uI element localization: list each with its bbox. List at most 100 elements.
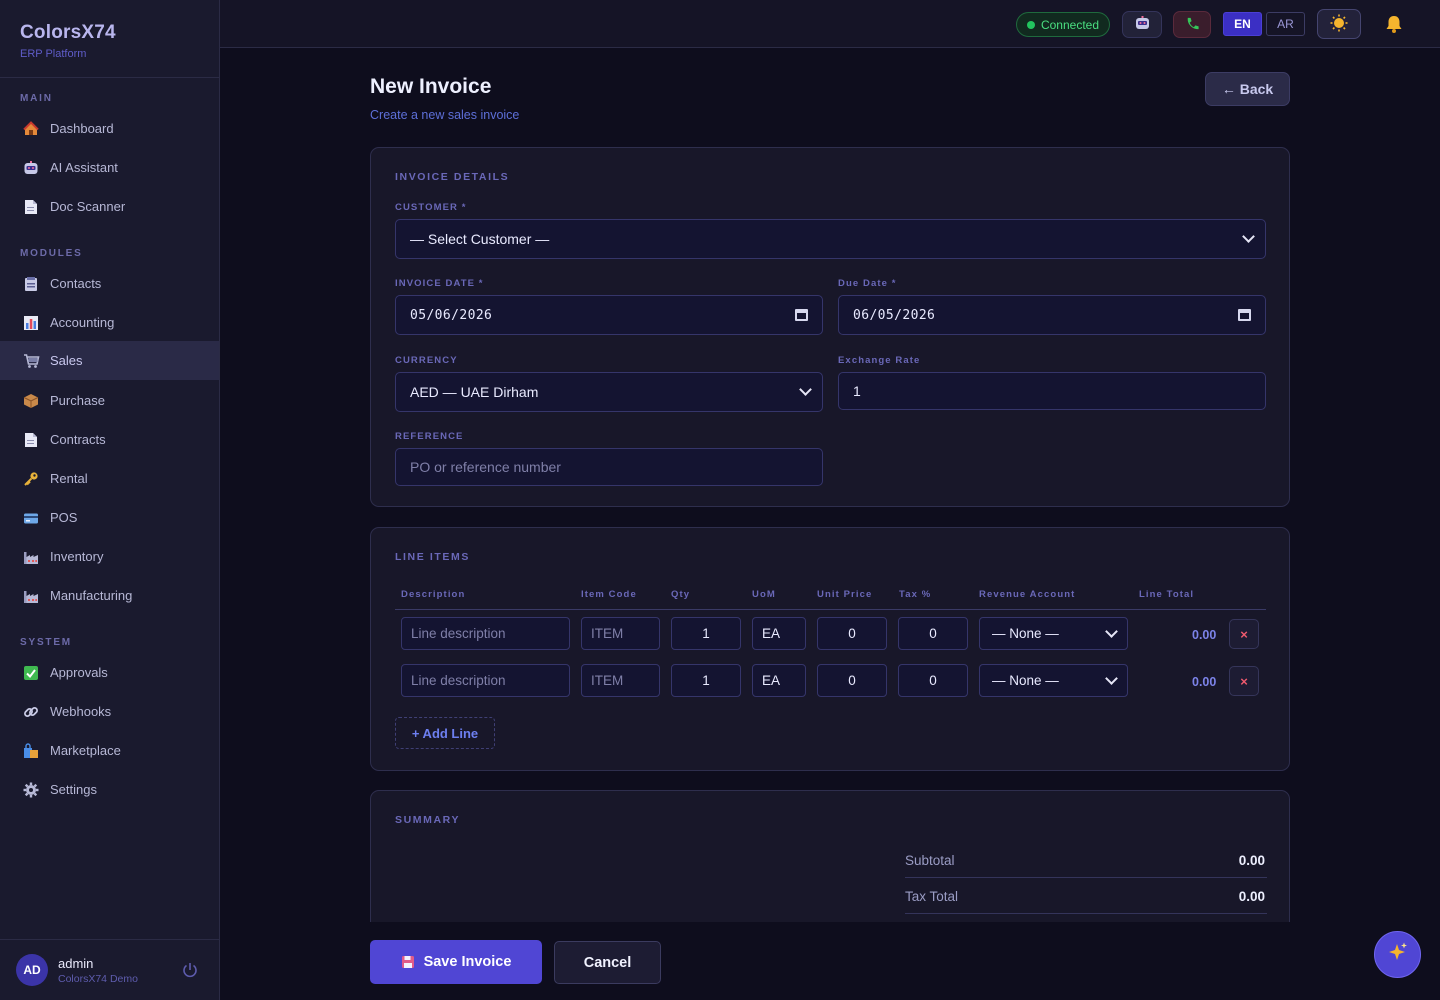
credit-card-icon <box>22 509 40 527</box>
sidebar-item-label: Sales <box>50 353 83 368</box>
sidebar-item-webhooks[interactable]: Webhooks <box>0 692 219 731</box>
user-org: ColorsX74 Demo <box>58 972 138 985</box>
sidebar-item-settings[interactable]: Settings <box>0 770 219 809</box>
unit-price-input[interactable]: 0 <box>817 664 887 697</box>
brand-subtitle: ERP Platform <box>20 48 87 60</box>
qty-input[interactable]: 1 <box>671 617 741 650</box>
sidebar-item-inventory[interactable]: Inventory <box>0 537 219 576</box>
language-en-button[interactable]: EN <box>1223 12 1262 36</box>
power-icon[interactable] <box>181 961 199 979</box>
exchange-rate-value: 1 <box>853 383 861 399</box>
link-icon <box>22 703 40 721</box>
section-main-label: MAIN <box>20 93 53 104</box>
address-book-icon <box>22 275 40 293</box>
line-total-value: 0.00 <box>1192 675 1217 689</box>
sidebar-item-doc-scanner[interactable]: Doc Scanner <box>0 187 219 226</box>
due-date-value: 06/05/2026 <box>853 307 936 323</box>
sidebar-item-label: POS <box>50 510 78 525</box>
ai-sparkle-button[interactable] <box>1374 931 1421 978</box>
user-name: admin <box>58 955 94 971</box>
brand: ColorsX74 ERP Platform <box>0 0 219 78</box>
sparkle-icon <box>1387 941 1409 968</box>
sidebar-item-label: Contacts <box>50 276 102 291</box>
summary-title: SUMMARY <box>395 814 461 826</box>
sidebar-item-contacts[interactable]: Contacts <box>0 264 219 303</box>
brand-name: ColorsX74 <box>20 22 116 43</box>
invoice-date-input[interactable]: 05/06/2026 <box>395 295 823 335</box>
sidebar-item-marketplace[interactable]: Marketplace <box>0 731 219 770</box>
delete-line-button[interactable]: × <box>1229 619 1259 649</box>
ai-assistant-button[interactable] <box>1122 11 1162 38</box>
cancel-button[interactable]: Cancel <box>554 941 661 984</box>
sidebar: ColorsX74 ERP Platform MAIN Dashboard AI… <box>0 0 220 1000</box>
chevron-down-icon <box>799 383 812 396</box>
item-code-input[interactable]: ITEM <box>581 664 660 697</box>
sidebar-item-dashboard[interactable]: Dashboard <box>0 109 219 148</box>
tax-input[interactable]: 0 <box>898 617 968 650</box>
tax-input[interactable]: 0 <box>898 664 968 697</box>
customer-label: CUSTOMER * <box>395 202 467 213</box>
sidebar-item-ai-assistant[interactable]: AI Assistant <box>0 148 219 187</box>
summary-divider <box>905 913 1267 914</box>
add-line-button[interactable]: + Add Line <box>395 717 495 749</box>
customer-select-value: — Select Customer — <box>410 231 550 247</box>
qty-input[interactable]: 1 <box>671 664 741 697</box>
topbar: Connected EN AR <box>220 0 1440 48</box>
chevron-down-icon <box>1242 230 1255 243</box>
language-ar-button[interactable]: AR <box>1266 12 1305 36</box>
unit-price-input[interactable]: 0 <box>817 617 887 650</box>
uom-input[interactable]: EA <box>752 664 806 697</box>
sidebar-item-purchase[interactable]: Purchase <box>0 381 219 420</box>
sun-icon <box>1330 14 1348 35</box>
check-box-icon <box>22 664 40 682</box>
table-header-divider <box>395 609 1266 610</box>
item-code-input[interactable]: ITEM <box>581 617 660 650</box>
bar-chart-icon <box>22 314 40 332</box>
calendar-icon[interactable] <box>1238 309 1251 321</box>
delete-line-button[interactable]: × <box>1229 666 1259 696</box>
reference-input[interactable]: PO or reference number <box>395 448 823 486</box>
revenue-account-value: — None — <box>992 626 1059 641</box>
invoice-date-value: 05/06/2026 <box>410 307 493 323</box>
invoice-details-card: INVOICE DETAILS CUSTOMER * — Select Cust… <box>370 147 1290 507</box>
currency-select[interactable]: AED — UAE Dirham <box>395 372 823 412</box>
phone-button[interactable] <box>1173 11 1211 38</box>
notifications-button[interactable] <box>1380 12 1408 38</box>
column-header-item-code: Item Code <box>581 589 637 600</box>
package-icon <box>22 392 40 410</box>
factory-icon <box>22 587 40 605</box>
sidebar-item-label: Rental <box>50 471 88 486</box>
sidebar-item-approvals[interactable]: Approvals <box>0 653 219 692</box>
invoice-date-label: INVOICE DATE * <box>395 278 484 289</box>
column-header-uom: UoM <box>752 589 776 600</box>
sidebar-item-contracts[interactable]: Contracts <box>0 420 219 459</box>
exchange-rate-label: Exchange Rate <box>838 355 921 366</box>
page-title: New Invoice <box>370 75 492 98</box>
sidebar-item-manufacturing[interactable]: Manufacturing <box>0 576 219 615</box>
cart-icon <box>22 352 40 370</box>
invoice-details-title: INVOICE DETAILS <box>395 171 510 183</box>
save-invoice-button[interactable]: Save Invoice <box>370 940 542 984</box>
line-description-input[interactable]: Line description <box>401 664 570 697</box>
due-date-input[interactable]: 06/05/2026 <box>838 295 1266 335</box>
theme-toggle-button[interactable] <box>1317 9 1361 39</box>
sidebar-item-pos[interactable]: POS <box>0 498 219 537</box>
sidebar-item-sales[interactable]: Sales <box>0 341 219 380</box>
sidebar-item-label: Dashboard <box>50 121 114 136</box>
line-description-input[interactable]: Line description <box>401 617 570 650</box>
exchange-rate-input[interactable]: 1 <box>838 372 1266 410</box>
revenue-account-select[interactable]: — None — <box>979 617 1128 650</box>
document-icon <box>22 431 40 449</box>
revenue-account-select[interactable]: — None — <box>979 664 1128 697</box>
house-icon <box>22 120 40 138</box>
sidebar-item-label: Webhooks <box>50 704 112 719</box>
customer-select[interactable]: — Select Customer — <box>395 219 1266 259</box>
back-button[interactable]: ← Back <box>1205 72 1290 106</box>
document-icon <box>22 198 40 216</box>
uom-input[interactable]: EA <box>752 617 806 650</box>
avatar[interactable]: AD <box>16 954 48 986</box>
calendar-icon[interactable] <box>795 309 808 321</box>
phone-icon <box>1185 16 1200 34</box>
sidebar-item-accounting[interactable]: Accounting <box>0 303 219 342</box>
sidebar-item-rental[interactable]: Rental <box>0 459 219 498</box>
